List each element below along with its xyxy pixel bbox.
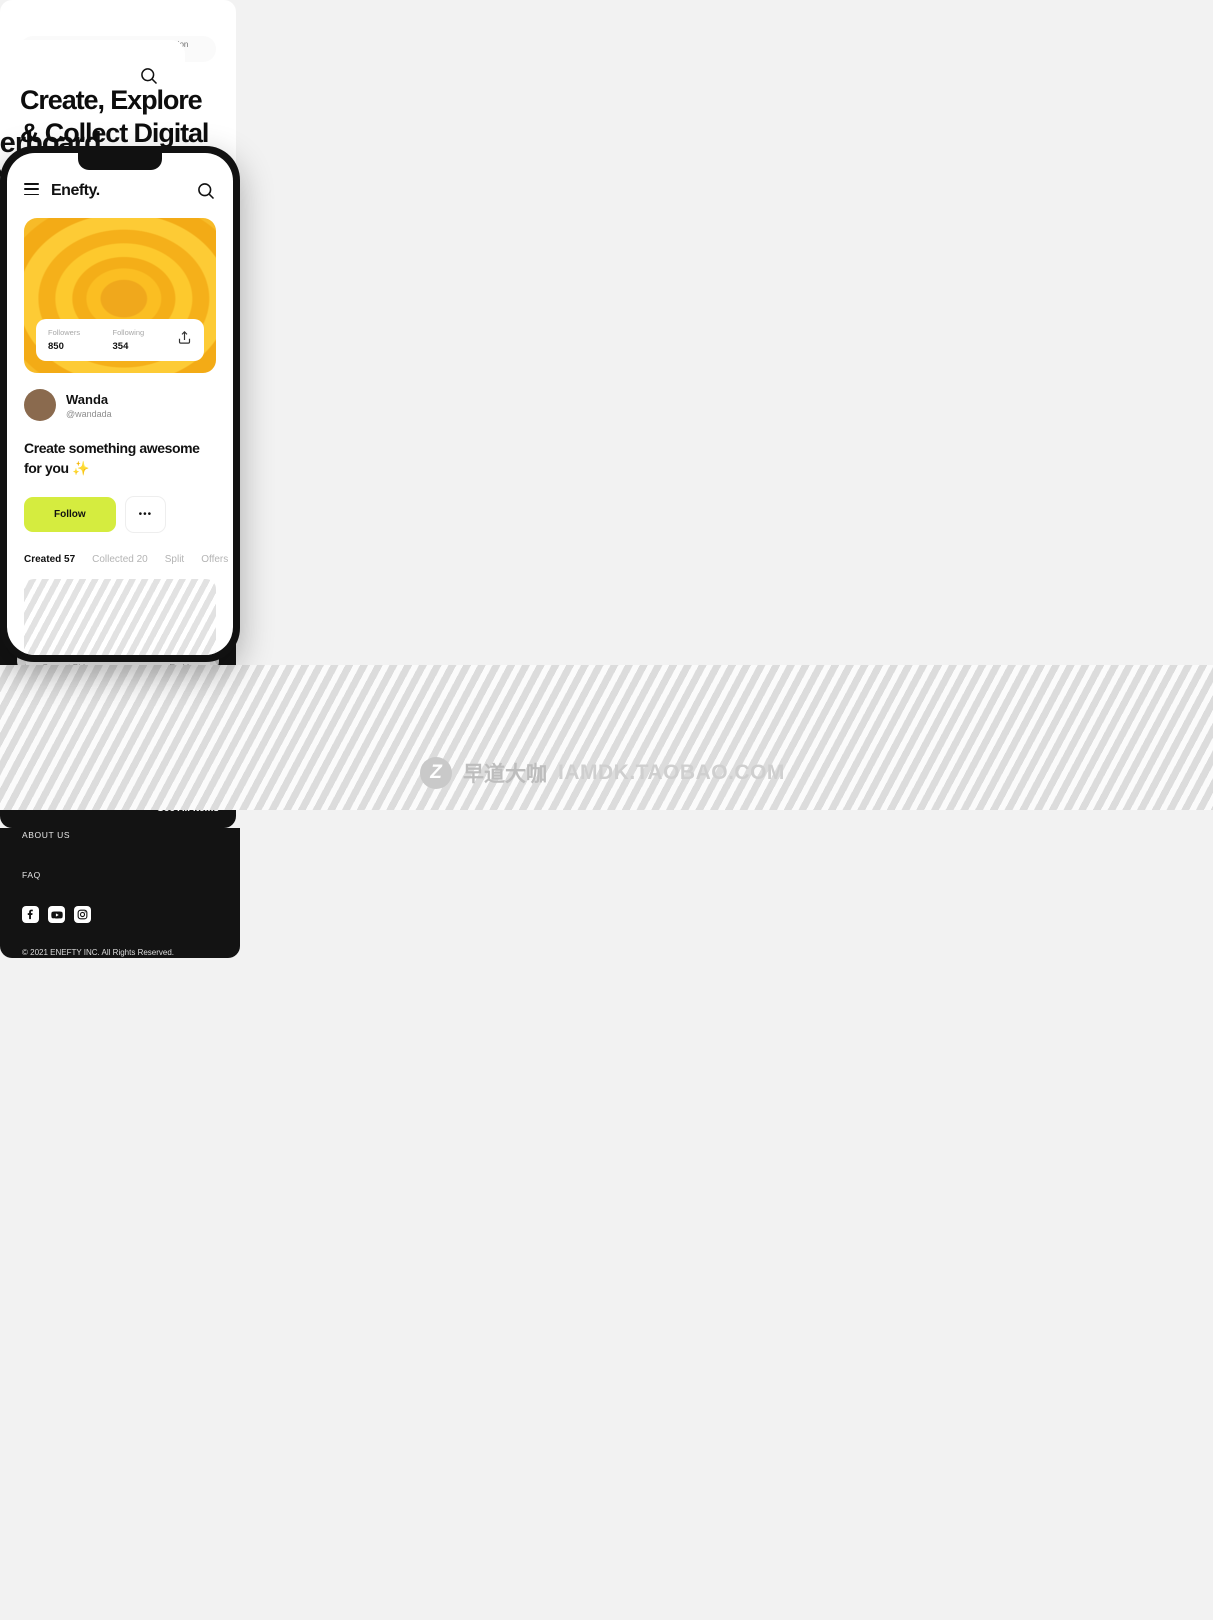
following-label: Following	[112, 328, 145, 337]
facebook-icon[interactable]	[22, 906, 39, 923]
avatar	[24, 389, 56, 421]
watermark-en-text: IAMDK.TAOBAO.COM	[558, 761, 785, 784]
followers-label: Followers	[48, 328, 81, 337]
instagram-icon[interactable]	[74, 906, 91, 923]
follow-button[interactable]: Follow	[24, 496, 116, 532]
search-icon[interactable]	[196, 181, 216, 201]
tab-collected[interactable]: Collected 20	[92, 554, 148, 565]
phone-column: ABOUT US FAQ © 2021 ENEFTY INC. All Righ…	[0, 146, 1213, 1620]
hero-heading-line2: & Collect Digital	[20, 117, 209, 148]
menu-icon[interactable]	[24, 183, 39, 199]
tab-created[interactable]: Created 57	[24, 554, 75, 565]
follow-stats-bar: Followers 850 Following 354	[36, 319, 204, 361]
profile-actions: Follow •••	[24, 495, 216, 533]
profile-handle: @wandada	[66, 408, 112, 419]
profile-row: Wanda @wandada	[24, 389, 216, 421]
screenshot-stage: Enefty. Leaderboard Top NFTs All Time Al…	[0, 0, 1213, 958]
tab-split[interactable]: Split	[165, 554, 184, 565]
profile-tagline: Create something awesome for you ✨	[24, 440, 200, 477]
app-brand-logo: Enefty.	[51, 182, 100, 199]
profile-name: Wanda	[66, 391, 109, 407]
phone-screen: Enefty. Followers 850 Following 354 Wand…	[7, 153, 233, 655]
profile-artwork-thumb[interactable]	[24, 578, 216, 655]
phone-notch	[78, 153, 162, 170]
following-value: 354	[112, 341, 129, 352]
phone-mockup: Enefty. Followers 850 Following 354 Wand…	[0, 146, 240, 662]
following-block: Following 354	[113, 328, 178, 352]
search-icon[interactable]	[139, 66, 159, 86]
more-options-button[interactable]: •••	[124, 495, 167, 533]
footer-about-us[interactable]: ABOUT US	[22, 828, 218, 840]
share-icon[interactable]	[177, 330, 192, 350]
tab-offers[interactable]: Offers	[201, 554, 228, 565]
followers-block: Followers 850	[48, 328, 113, 352]
profile-tabs: Created 57 Collected 20 Split Offers	[24, 554, 228, 565]
followers-value: 850	[48, 341, 64, 352]
watermark-logo-icon: Z	[420, 757, 452, 789]
footer-socials	[22, 906, 218, 923]
profile-text: Wanda @wandada	[66, 392, 112, 419]
footer-copyright: © 2021 ENEFTY INC. All Rights Reserved.	[22, 948, 175, 957]
site-footer: ABOUT US FAQ © 2021 ENEFTY INC. All Righ…	[0, 828, 240, 958]
watermark-cn-text: 早道大咖	[463, 763, 547, 786]
watermark: Z 早道大咖 IAMDK.TAOBAO.COM	[420, 757, 785, 789]
youtube-icon[interactable]	[48, 906, 65, 923]
hero-heading-line1: Create, Explore	[20, 85, 203, 115]
footer-faq[interactable]: FAQ	[22, 870, 218, 880]
profile-cover-image: Followers 850 Following 354	[24, 218, 216, 373]
